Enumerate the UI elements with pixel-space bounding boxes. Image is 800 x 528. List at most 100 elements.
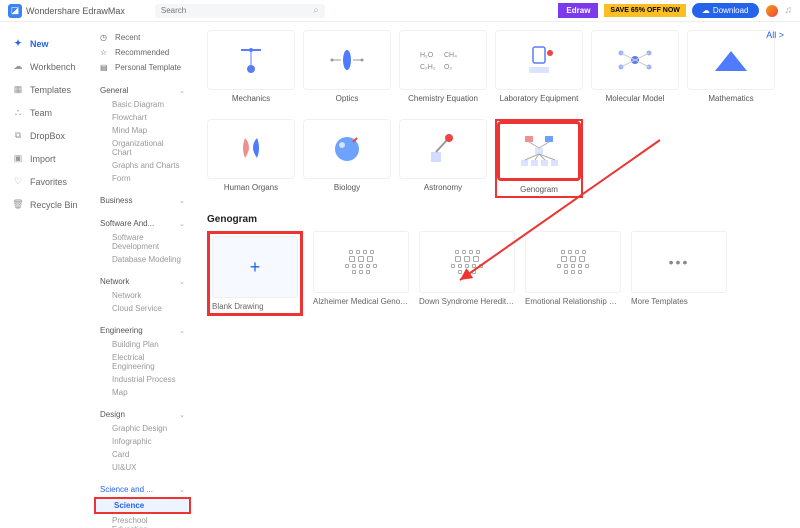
download-button[interactable]: ☁Download bbox=[692, 3, 759, 18]
nav-icon: ⧉ bbox=[12, 130, 24, 141]
subcategory-graphs-and-charts[interactable]: Graphs and Charts bbox=[94, 159, 191, 172]
nav-icon: ☁ bbox=[12, 61, 24, 72]
template-blank-drawing[interactable]: + Blank Drawing bbox=[207, 231, 303, 316]
subcategory-industrial-process[interactable]: Industrial Process bbox=[94, 373, 191, 386]
subcategory-cloud-service[interactable]: Cloud Service bbox=[94, 302, 191, 315]
category-engineering[interactable]: Engineering⌄ bbox=[94, 323, 191, 338]
category-network[interactable]: Network⌄ bbox=[94, 274, 191, 289]
subcategory-flowchart[interactable]: Flowchart bbox=[94, 111, 191, 124]
sidebar-top-recommended[interactable]: ☆Recommended bbox=[94, 45, 191, 60]
svg-text:CH₄: CH₄ bbox=[444, 52, 457, 59]
top-right-controls: Edraw SAVE 65% OFF NOW ☁Download ♫ bbox=[558, 3, 792, 18]
subcategory-map[interactable]: Map bbox=[94, 386, 191, 399]
template-alzheimer-medical-genogram[interactable]: Alzheimer Medical Genogram bbox=[313, 231, 409, 316]
template-thumbnail: + bbox=[212, 236, 298, 298]
category-general[interactable]: General⌄ bbox=[94, 83, 191, 98]
chevron-down-icon: ⌄ bbox=[179, 87, 185, 95]
card-label: Optics bbox=[303, 94, 391, 103]
category-science-and-[interactable]: Science and ...⌄ bbox=[94, 482, 191, 497]
subcategory-form[interactable]: Form bbox=[94, 172, 191, 185]
more-icon: ••• bbox=[669, 254, 690, 270]
nav-item-import[interactable]: ▣ Import bbox=[6, 149, 84, 168]
card-label: Molecular Model bbox=[591, 94, 679, 103]
subcategory-preschool-education[interactable]: Preschool Education bbox=[94, 514, 191, 528]
subcategory-mind-map[interactable]: Mind Map bbox=[94, 124, 191, 137]
all-link[interactable]: All > bbox=[766, 30, 784, 40]
nav-label: New bbox=[30, 39, 49, 49]
nav-item-templates[interactable]: ▦ Templates bbox=[6, 80, 84, 99]
chevron-down-icon: ⌄ bbox=[179, 278, 185, 286]
category-sidebar: ◷Recent☆Recommended▤Personal Template Gen… bbox=[90, 22, 195, 528]
layout: ✦ New ☁Workbench ▦ Templates ⛬Team ⧉DropBox ▣ Im… bbox=[0, 22, 800, 528]
nav-label: Templates bbox=[30, 85, 71, 95]
subcategory-database-modeling[interactable]: Database Modeling bbox=[94, 253, 191, 266]
science-card-molecular-model[interactable]: Molecular Model bbox=[591, 30, 679, 103]
template-more-templates[interactable]: ••• More Templates bbox=[631, 231, 727, 316]
subcategory-organizational-chart[interactable]: Organizational Chart bbox=[94, 137, 191, 159]
sidebar-top-personal-template[interactable]: ▤Personal Template bbox=[94, 60, 191, 75]
app-logo-icon: ◪ bbox=[8, 4, 22, 18]
template-label: Blank Drawing bbox=[212, 302, 298, 311]
search-icon[interactable]: ⌕ bbox=[313, 5, 319, 16]
chevron-down-icon: ⌄ bbox=[179, 220, 185, 228]
template-emotional-relationship-genogram[interactable]: Emotional Relationship Genogram bbox=[525, 231, 621, 316]
nav-item-new[interactable]: ✦ New bbox=[6, 34, 84, 53]
subcategory-science[interactable]: Science bbox=[94, 497, 191, 514]
search-input[interactable] bbox=[161, 6, 319, 15]
edraw-promo-button[interactable]: Edraw bbox=[558, 3, 598, 18]
chevron-down-icon: ⌄ bbox=[179, 411, 185, 419]
science-card-genogram[interactable]: Genogram bbox=[495, 119, 583, 198]
card-thumbnail bbox=[591, 30, 679, 90]
subcategory-software-development[interactable]: Software Development bbox=[94, 231, 191, 253]
science-card-chemistry-equation[interactable]: H₂OCH₄C₂H₂O₂Chemistry Equation bbox=[399, 30, 487, 103]
card-thumbnail bbox=[497, 121, 581, 181]
category-business[interactable]: Business⌄ bbox=[94, 193, 191, 208]
subcategory-ui-ux[interactable]: UI&UX bbox=[94, 461, 191, 474]
subcategory-basic-diagram[interactable]: Basic Diagram bbox=[94, 98, 191, 111]
card-label: Laboratory Equipment bbox=[495, 94, 583, 103]
subcategory-network[interactable]: Network bbox=[94, 289, 191, 302]
science-card-optics[interactable]: Optics bbox=[303, 30, 391, 103]
svg-text:O₂: O₂ bbox=[444, 64, 452, 71]
nav-label: Import bbox=[30, 154, 56, 164]
nav-item-favorites[interactable]: ♡Favorites bbox=[6, 172, 84, 191]
science-card-human-organs[interactable]: Human Organs bbox=[207, 119, 295, 198]
nav-item-workbench[interactable]: ☁Workbench bbox=[6, 57, 84, 76]
avatar[interactable] bbox=[765, 4, 779, 18]
template-label: More Templates bbox=[631, 297, 727, 306]
nav-label: Favorites bbox=[30, 177, 67, 187]
science-card-astronomy[interactable]: Astronomy bbox=[399, 119, 487, 198]
save-off-button[interactable]: SAVE 65% OFF NOW bbox=[604, 4, 686, 17]
template-label: Alzheimer Medical Genogram bbox=[313, 297, 409, 306]
sidebar-top-recent[interactable]: ◷Recent bbox=[94, 30, 191, 45]
nav-icon: ▣ bbox=[12, 153, 24, 164]
nav-label: Team bbox=[30, 108, 52, 118]
card-thumbnail bbox=[207, 30, 295, 90]
template-down-syndrome-hereditary-genogram[interactable]: Down Syndrome Hereditary Genogram bbox=[419, 231, 515, 316]
nav-icon: ✦ bbox=[12, 38, 24, 49]
subcategory-electrical-engineering[interactable]: Electrical Engineering bbox=[94, 351, 191, 373]
category-software-and-[interactable]: Software And...⌄ bbox=[94, 216, 191, 231]
science-card-mathematics[interactable]: Mathematics bbox=[687, 30, 775, 103]
nav-item-dropbox[interactable]: ⧉DropBox bbox=[6, 126, 84, 145]
subcategory-card[interactable]: Card bbox=[94, 448, 191, 461]
card-label: Mathematics bbox=[687, 94, 775, 103]
bell-icon[interactable]: ♫ bbox=[785, 5, 793, 16]
card-thumbnail: H₂OCH₄C₂H₂O₂ bbox=[399, 30, 487, 90]
nav-item-recycle-bin[interactable]: 🗑Recycle Bin bbox=[6, 195, 84, 214]
subcategory-infographic[interactable]: Infographic bbox=[94, 435, 191, 448]
science-card-mechanics[interactable]: Mechanics bbox=[207, 30, 295, 103]
section-title: Genogram bbox=[207, 214, 788, 225]
subcategory-graphic-design[interactable]: Graphic Design bbox=[94, 422, 191, 435]
search-bar[interactable]: ⌕ bbox=[155, 4, 325, 18]
nav-icon: 🗑 bbox=[12, 199, 24, 210]
nav-item-team[interactable]: ⛬Team bbox=[6, 103, 84, 122]
nav-icon: ▦ bbox=[12, 84, 24, 95]
science-card-biology[interactable]: Biology bbox=[303, 119, 391, 198]
plus-icon: + bbox=[250, 257, 261, 278]
science-card-laboratory-equipment[interactable]: Laboratory Equipment bbox=[495, 30, 583, 103]
category-design[interactable]: Design⌄ bbox=[94, 407, 191, 422]
template-thumbnail bbox=[313, 231, 409, 293]
main-content: All > Mechanics Optics H₂OCH₄C₂H₂O₂Chemist… bbox=[195, 22, 800, 528]
subcategory-building-plan[interactable]: Building Plan bbox=[94, 338, 191, 351]
